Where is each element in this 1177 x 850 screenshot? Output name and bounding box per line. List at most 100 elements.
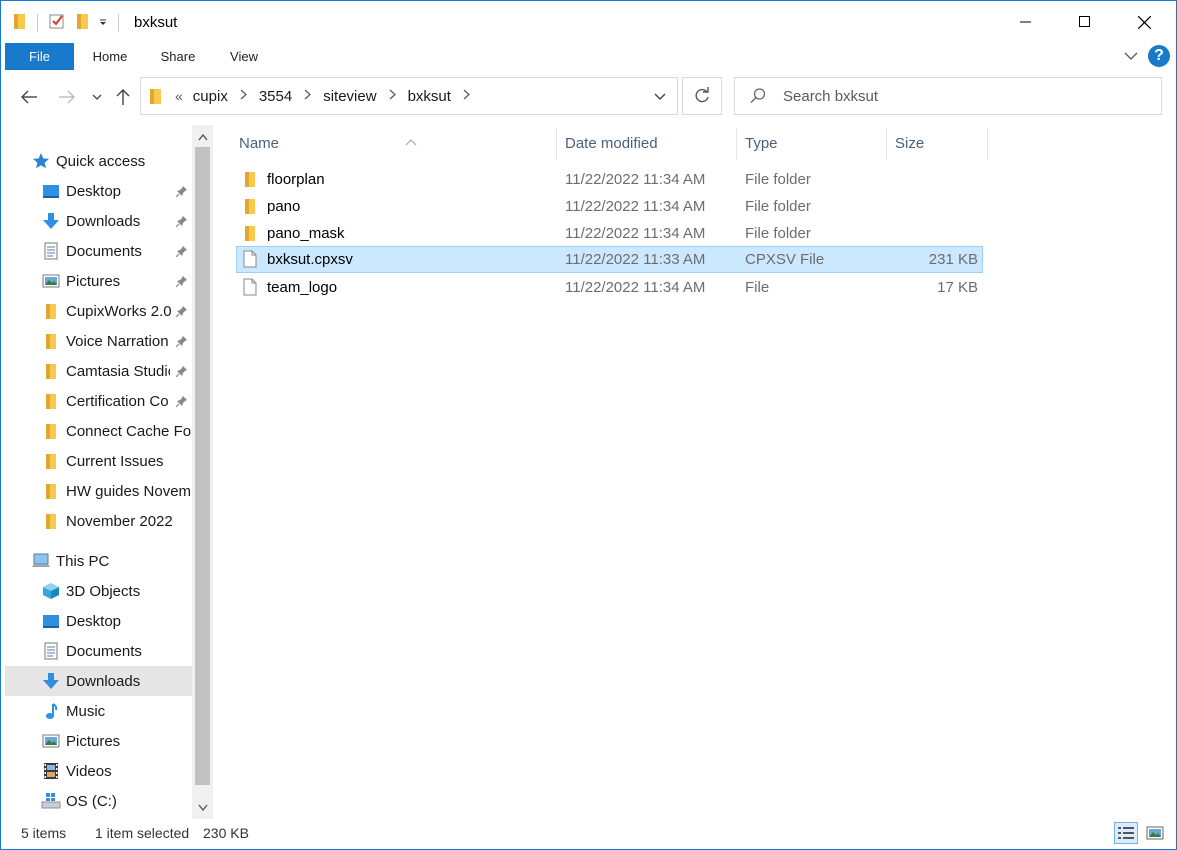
file-size: 17 KB [937, 279, 978, 296]
nav-item-documents[interactable]: Documents [41, 236, 192, 266]
file-row[interactable]: team_logo 11/22/2022 11:34 AM File 17 KB [236, 274, 983, 301]
tab-share[interactable]: Share [149, 43, 207, 70]
address-history-chevron-down-icon[interactable] [653, 87, 667, 109]
folder-icon [41, 301, 61, 321]
nav-label: November 2022 [66, 512, 173, 530]
music-icon [41, 701, 61, 721]
nav-quick-access[interactable]: Quick access [31, 146, 192, 176]
nav-item-os-drive[interactable]: OS (C:) [41, 786, 192, 816]
properties-icon[interactable] [48, 12, 66, 34]
minimize-button[interactable] [997, 1, 1055, 43]
file-type: CPXSV File [745, 251, 825, 268]
videos-icon [41, 761, 61, 781]
new-folder-icon[interactable] [76, 12, 90, 34]
column-header-size[interactable]: Size [887, 128, 988, 160]
nav-item-cupixworks[interactable]: CupixWorks 2.0 [41, 296, 192, 326]
file-size: 231 KB [928, 251, 978, 268]
scroll-up-chevron-up-icon[interactable] [192, 127, 213, 147]
nav-item-connect-cache[interactable]: Connect Cache Fol [41, 416, 192, 446]
file-row[interactable]: floorplan 11/22/2022 11:34 AM File folde… [236, 166, 983, 193]
status-item-count: 5 items [21, 825, 67, 841]
nav-item-november-2022[interactable]: November 2022 [41, 506, 192, 536]
tab-view[interactable]: View [215, 43, 273, 70]
nav-scrollbar[interactable] [192, 125, 213, 819]
scroll-down-chevron-down-icon[interactable] [192, 797, 213, 817]
tab-file[interactable]: File [5, 43, 74, 70]
expand-ribbon-chevron-down-icon[interactable] [1124, 48, 1138, 65]
nav-label: Documents [66, 642, 142, 660]
breadcrumb-item-siteview[interactable]: siteview [319, 88, 380, 105]
file-date: 11/22/2022 11:34 AM [565, 171, 706, 188]
pin-icon[interactable] [175, 304, 188, 321]
nav-item-pc-pictures[interactable]: Pictures [41, 726, 192, 756]
file-list: Name Date modified Type Size floorplan 1… [213, 125, 1176, 819]
file-name: pano [267, 198, 301, 215]
file-row[interactable]: pano_mask 11/22/2022 11:34 AM File folde… [236, 220, 983, 247]
nav-this-pc[interactable]: This PC [31, 546, 192, 576]
back-button[interactable] [17, 85, 41, 109]
nav-label: Pictures [66, 732, 121, 750]
recent-locations-button[interactable] [85, 85, 109, 109]
search-box[interactable] [734, 77, 1162, 115]
nav-item-certification[interactable]: Certification Co [41, 386, 192, 416]
chevron-right-icon[interactable] [232, 89, 255, 103]
nav-item-current-issues[interactable]: Current Issues [41, 446, 192, 476]
nav-label: Desktop [66, 182, 122, 200]
pin-icon[interactable] [175, 364, 188, 381]
chevron-right-icon[interactable] [381, 89, 404, 103]
nav-item-pc-documents[interactable]: Documents [41, 636, 192, 666]
pin-icon[interactable] [175, 184, 188, 201]
maximize-button[interactable] [1056, 1, 1114, 43]
folder-icon [243, 224, 257, 244]
large-icons-view-button[interactable] [1143, 822, 1167, 844]
forward-button[interactable] [55, 85, 79, 109]
tab-home[interactable]: Home [81, 43, 139, 70]
details-view-button[interactable] [1114, 822, 1138, 844]
pin-icon[interactable] [175, 334, 188, 351]
file-row[interactable]: pano 11/22/2022 11:34 AM File folder [236, 193, 983, 220]
nav-item-desktop[interactable]: Desktop [41, 176, 192, 206]
chevron-right-icon[interactable] [455, 89, 478, 103]
download-icon [41, 211, 61, 231]
status-bar: 5 items 1 item selected 230 KB [1, 819, 1176, 849]
up-button[interactable] [111, 85, 135, 109]
nav-item-videos[interactable]: Videos [41, 756, 192, 786]
address-bar[interactable]: « cupix 3554 siteview bxksut [140, 77, 678, 115]
column-header-type[interactable]: Type [737, 128, 887, 160]
pin-icon[interactable] [175, 394, 188, 411]
nav-item-downloads[interactable]: Downloads [41, 206, 192, 236]
folder-icon [243, 170, 257, 190]
nav-item-hw-guides[interactable]: HW guides Novem [41, 476, 192, 506]
nav-label: Pictures [66, 272, 121, 290]
help-button[interactable]: ? [1148, 45, 1170, 67]
nav-item-pictures[interactable]: Pictures [41, 266, 192, 296]
nav-item-music[interactable]: Music [41, 696, 192, 726]
pin-icon[interactable] [175, 244, 188, 261]
nav-item-camtasia-studio[interactable]: Camtasia Studio [41, 356, 192, 386]
nav-item-pc-desktop[interactable]: Desktop [41, 606, 192, 636]
customize-toolbar-chevron-down-icon[interactable] [98, 17, 108, 30]
close-button[interactable] [1115, 1, 1173, 43]
nav-scrollbar-thumb[interactable] [195, 147, 210, 785]
pin-icon[interactable] [175, 214, 188, 231]
breadcrumb-overflow[interactable]: « [163, 88, 189, 104]
refresh-button[interactable] [682, 77, 722, 115]
column-header-label: Name [239, 135, 280, 152]
breadcrumb-item-bxksut[interactable]: bxksut [404, 88, 455, 105]
nav-item-pc-downloads[interactable]: Downloads [5, 666, 192, 696]
file-row[interactable]: bxksut.cpxsv 11/22/2022 11:33 AM CPXSV F… [236, 246, 983, 273]
search-input[interactable] [783, 84, 1143, 108]
breadcrumb-item-3554[interactable]: 3554 [255, 88, 296, 105]
nav-item-voice-narration[interactable]: Voice Narration [41, 326, 192, 356]
chevron-right-icon[interactable] [296, 89, 319, 103]
file-icon [243, 250, 257, 270]
documents-icon [41, 641, 61, 661]
ribbon-right-controls: ? [1124, 45, 1170, 67]
column-header-date[interactable]: Date modified [557, 128, 737, 160]
star-icon [31, 151, 51, 171]
breadcrumb-item-cupix[interactable]: cupix [189, 88, 232, 105]
column-header-name[interactable]: Name [231, 128, 557, 160]
nav-item-3d-objects[interactable]: 3D Objects [41, 576, 192, 606]
pin-icon[interactable] [175, 274, 188, 291]
folder-icon [41, 451, 61, 471]
